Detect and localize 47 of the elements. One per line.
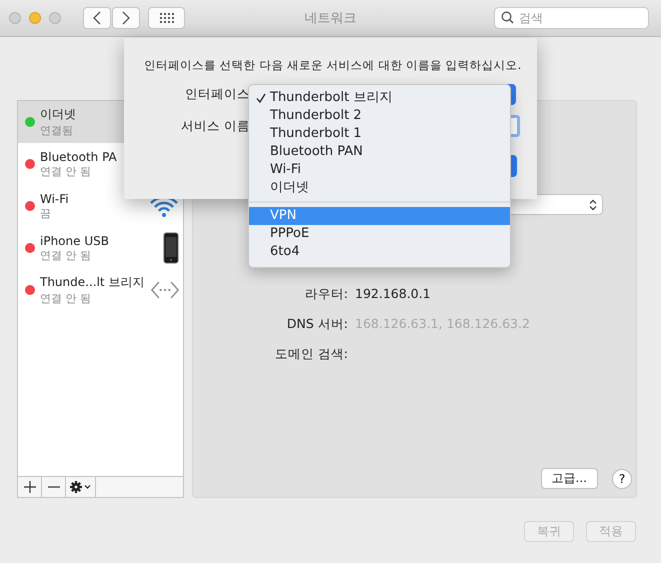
plus-icon <box>24 481 36 493</box>
forward-button[interactable] <box>112 7 140 29</box>
sheet-message: 인터페이스를 선택한 다음 새로운 서비스에 대한 이름을 입력하십시오. <box>144 57 522 73</box>
field-value: 192.168.0.1 <box>355 285 432 303</box>
menu-item[interactable]: Thunderbolt 1 <box>249 125 510 143</box>
field-label: 라우터: <box>304 285 348 303</box>
window-title: 네트워크 <box>304 10 356 27</box>
service-item[interactable]: Bluetooth PA 연결 안 됨 <box>18 143 183 185</box>
grid-icon <box>160 13 174 23</box>
menu-item[interactable]: Bluetooth PAN <box>249 143 510 161</box>
service-name-label: 서비스 이름 <box>180 118 250 134</box>
menu-item[interactable]: 6to4 <box>249 243 510 261</box>
search-field[interactable]: 검색 <box>494 7 649 29</box>
chevron-right-icon <box>122 11 130 25</box>
phone-icon <box>163 232 179 264</box>
service-status: 연결됨 <box>40 123 74 138</box>
checkmark-icon <box>256 93 266 103</box>
service-status: 연결 안 됨 <box>40 248 92 262</box>
service-name: Bluetooth PA <box>40 150 118 164</box>
menu-item[interactable]: 이더넷 <box>249 179 510 197</box>
service-name: Thunde...lt 브리지 <box>40 274 146 291</box>
service-status: 끔 <box>40 206 52 220</box>
menu-item[interactable]: Thunderbolt 2 <box>249 107 510 125</box>
service-name: 이더넷 <box>40 106 77 123</box>
bridge-icon <box>151 280 179 300</box>
search-icon <box>501 11 514 24</box>
updown-icon <box>589 198 597 210</box>
minus-icon <box>48 486 60 488</box>
field-label: 도메인 검색: <box>274 345 348 363</box>
gear-icon <box>70 481 92 493</box>
field-value: 168.126.63.1, 168.126.63.2 <box>355 315 531 333</box>
field-label: DNS 서버: <box>286 315 348 333</box>
menu-item[interactable]: PPPoE <box>249 225 510 243</box>
chevron-left-icon <box>93 11 101 25</box>
menu-item[interactable]: Wi-Fi <box>249 161 510 179</box>
service-name: Wi-Fi <box>40 192 70 206</box>
service-status: 연결 안 됨 <box>40 291 92 306</box>
service-item[interactable]: Thunde...lt 브리지 연결 안 됨 <box>18 269 183 311</box>
back-button[interactable] <box>83 7 111 29</box>
interface-label: 인터페이스 <box>184 86 250 102</box>
service-item[interactable]: iPhone USB 연결 안 됨 <box>18 227 183 269</box>
show-all-button[interactable] <box>148 7 185 29</box>
help-button[interactable]: ? <box>612 468 632 488</box>
menu-item[interactable]: Thunderbolt 브리지 <box>249 89 510 107</box>
advanced-button[interactable]: 고급... <box>540 468 598 489</box>
service-name: iPhone USB <box>40 234 110 248</box>
service-status: 연결 안 됨 <box>40 164 92 178</box>
